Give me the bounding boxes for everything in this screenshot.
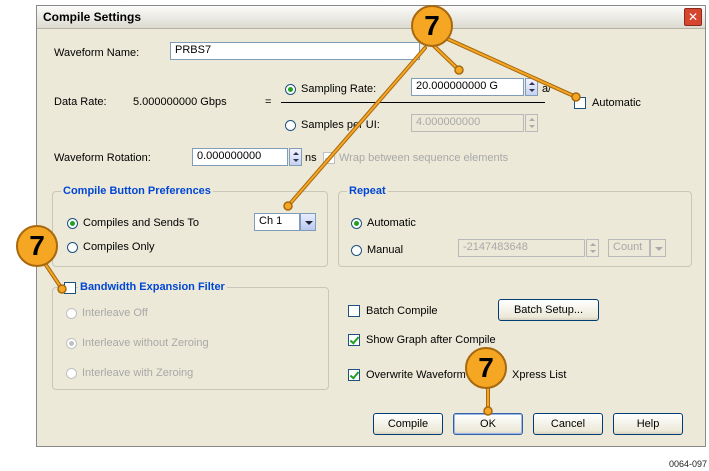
callout-7-top: 7: [411, 5, 453, 47]
figure-id: 0064-097: [668, 459, 707, 469]
callout-7-bottom: 7: [465, 347, 507, 389]
callout-7-left: 7: [16, 225, 58, 267]
callout-leaders: [42, 34, 581, 416]
